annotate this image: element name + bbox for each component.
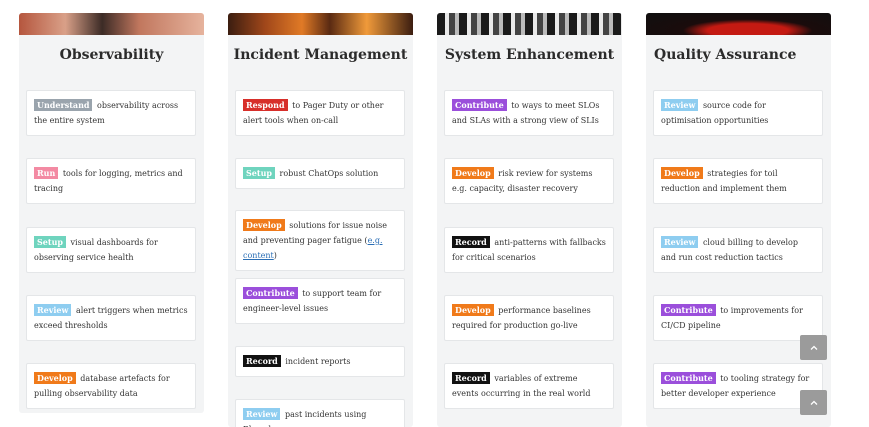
task-card: Develop strategies for toil reduction an… bbox=[653, 158, 823, 204]
column-quality-assurance: Quality Assurance Review source code for… bbox=[646, 13, 831, 427]
card-text: robust ChatOps solution bbox=[279, 169, 379, 178]
tag-badge: Develop bbox=[452, 304, 494, 316]
task-card: Record incident reports bbox=[235, 346, 405, 377]
chevron-up-icon bbox=[810, 400, 817, 405]
tag-badge: Review bbox=[34, 304, 72, 316]
task-card: Setup robust ChatOps solution bbox=[235, 158, 405, 189]
column-observability: Observability Understand observability a… bbox=[19, 13, 204, 413]
column-title: System Enhancement bbox=[444, 47, 615, 63]
task-card: Contribute to support team for engineer-… bbox=[235, 278, 405, 324]
tag-badge: Record bbox=[243, 355, 281, 367]
column-incident-management: Incident Management Respond to Pager Dut… bbox=[228, 13, 413, 427]
banner-image-system-enhancement bbox=[437, 13, 622, 35]
task-card: Record anti-patterns with fallbacks for … bbox=[444, 227, 614, 273]
tag-badge: Develop bbox=[243, 219, 285, 231]
scroll-up-button[interactable] bbox=[800, 335, 827, 360]
column-title: Incident Management bbox=[233, 47, 408, 63]
column-title: Observability bbox=[59, 47, 164, 63]
banner-image-quality-assurance bbox=[646, 13, 831, 35]
task-card: Review cloud billing to develop and run … bbox=[653, 227, 823, 273]
banner-image-incident-management bbox=[228, 13, 413, 35]
task-card: Review past incidents using Blameless bbox=[235, 399, 405, 427]
tag-badge: Contribute bbox=[661, 372, 716, 384]
chevron-up-icon bbox=[810, 345, 817, 350]
column-title: Quality Assurance bbox=[654, 47, 797, 63]
tag-badge: Develop bbox=[34, 372, 76, 384]
card-text: incident reports bbox=[285, 357, 351, 366]
tag-badge: Review bbox=[661, 236, 699, 248]
tag-badge: Contribute bbox=[243, 287, 298, 299]
task-card: Review source code for optimisation oppo… bbox=[653, 90, 823, 136]
task-card: Respond to Pager Duty or other alert too… bbox=[235, 90, 405, 136]
tag-badge: Setup bbox=[243, 167, 275, 179]
task-card: Run tools for logging, metrics and traci… bbox=[26, 158, 196, 204]
tag-badge: Review bbox=[661, 99, 699, 111]
tag-badge: Develop bbox=[452, 167, 494, 179]
task-card: Develop performance baselines required f… bbox=[444, 295, 614, 341]
banner-image-observability bbox=[19, 13, 204, 35]
task-card: Contribute to ways to meet SLOs and SLAs… bbox=[444, 90, 614, 136]
task-card: Develop solutions for issue noise and pr… bbox=[235, 210, 405, 271]
back-to-top-button[interactable] bbox=[800, 390, 827, 415]
task-card: Record variables of extreme events occur… bbox=[444, 363, 614, 409]
tag-badge: Contribute bbox=[661, 304, 716, 316]
task-card: Develop database artefacts for pulling o… bbox=[26, 363, 196, 409]
card-text-suffix: ) bbox=[273, 251, 277, 260]
tag-badge: Review bbox=[243, 408, 281, 420]
task-card: Develop risk review for systems e.g. cap… bbox=[444, 158, 614, 204]
tag-badge: Develop bbox=[661, 167, 703, 179]
task-card: Understand observability across the enti… bbox=[26, 90, 196, 136]
tag-badge: Record bbox=[452, 236, 490, 248]
task-card: Setup visual dashboards for observing se… bbox=[26, 227, 196, 273]
tag-badge: Record bbox=[452, 372, 490, 384]
tag-badge: Understand bbox=[34, 99, 93, 111]
task-card: Contribute to improvements for CI/CD pip… bbox=[653, 295, 823, 341]
task-card: Review alert triggers when metrics excee… bbox=[26, 295, 196, 341]
tag-badge: Contribute bbox=[452, 99, 507, 111]
task-card: Contribute to tooling strategy for bette… bbox=[653, 363, 823, 409]
tag-badge: Setup bbox=[34, 236, 66, 248]
tag-badge: Run bbox=[34, 167, 59, 179]
tag-badge: Respond bbox=[243, 99, 288, 111]
column-system-enhancement: System Enhancement Contribute to ways to… bbox=[437, 13, 622, 427]
